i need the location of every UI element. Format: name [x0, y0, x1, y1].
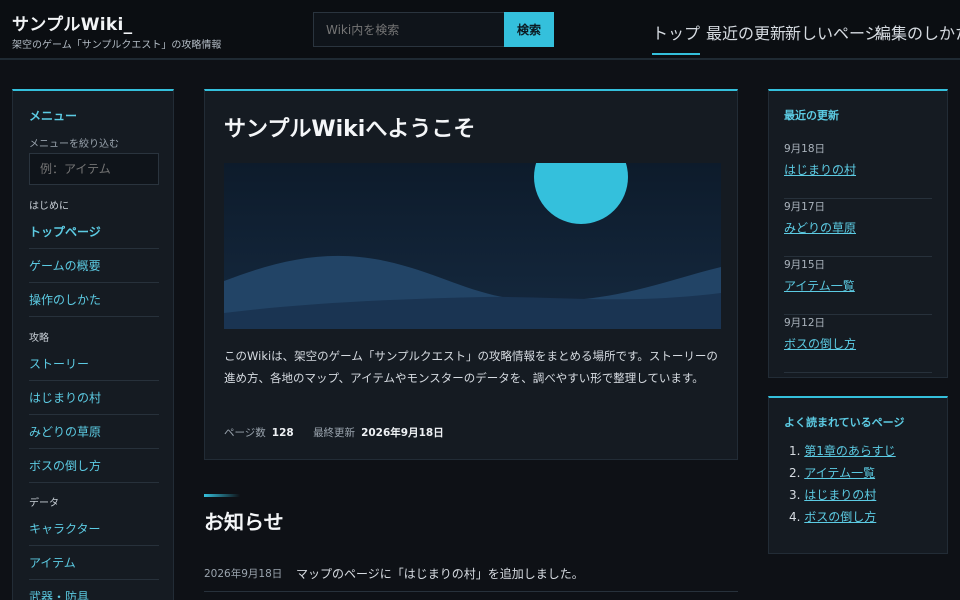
sidebar-item-characters[interactable]: キャラクター — [29, 512, 159, 546]
popular-item: 4. ボスの倒し方 — [789, 510, 877, 524]
news-text: マップのページに「はじまりの村」を追加しました。 — [296, 567, 584, 581]
news-date: 2026年9月18日 — [204, 568, 283, 580]
search-input[interactable] — [313, 12, 505, 47]
news-heading: お知らせ — [204, 510, 284, 534]
site-title[interactable]: サンプルWiki_ — [12, 10, 132, 35]
sidebar-item-starting-village[interactable]: はじまりの村 — [29, 381, 159, 415]
update-date: 9月15日 — [784, 259, 826, 271]
page-title: サンプルWikiへようこそ — [224, 117, 476, 142]
sidebar-item-weapons-armor[interactable]: 武器・防具 — [29, 580, 159, 600]
recent-update-item: 9月18日 はじまりの村 — [784, 141, 932, 199]
site-subtitle: 架空のゲーム「サンプルクエスト」の攻略情報 — [12, 40, 222, 51]
popular-link[interactable]: はじまりの村 — [804, 488, 876, 502]
page-stats: ページ数 128 最終更新 2026年9月18日 — [224, 425, 460, 440]
sidebar-item-green-meadow[interactable]: みどりの草原 — [29, 415, 159, 449]
pages-count: 128 — [271, 427, 294, 439]
popular-pages-title: よく読まれているページ — [784, 416, 905, 429]
recent-update-item: 9月15日 アイテム一覧 — [784, 257, 932, 315]
sidebar-title: メニュー — [29, 109, 78, 123]
update-link[interactable]: アイテム一覧 — [784, 277, 855, 294]
sidebar-item-top-page[interactable]: トップページ — [29, 215, 159, 249]
sidebar-item-controls[interactable]: 操作のしかた — [29, 283, 159, 317]
site-header: サンプルWiki_ 架空のゲーム「サンプルクエスト」の攻略情報 検索 トップ 最… — [0, 0, 960, 60]
popular-link[interactable]: アイテム一覧 — [804, 466, 875, 480]
popular-link[interactable]: ボスの倒し方 — [804, 510, 876, 524]
welcome-text: このWikiは、架空のゲーム「サンプルクエスト」の攻略情報をまとめる場所です。ス… — [224, 349, 718, 385]
nav-how-to-edit[interactable]: 編集のしかた — [875, 20, 960, 44]
filter-label: メニューを絞り込む — [29, 139, 119, 150]
update-date: 9月18日 — [784, 143, 826, 155]
nav-recent-changes[interactable]: 最近の更新 — [706, 20, 786, 44]
menu-filter-input[interactable] — [29, 153, 159, 185]
sidebar-menu: メニュー メニューを絞り込む はじめに トップページ ゲームの概要 操作のしかた… — [12, 89, 174, 600]
update-date: 9月17日 — [784, 201, 826, 213]
recent-update-item: 9月17日 みどりの草原 — [784, 199, 932, 257]
update-link[interactable]: みどりの草原 — [784, 219, 856, 236]
nav-new-page[interactable]: 新しいページ — [785, 20, 881, 44]
search-button[interactable]: 検索 — [504, 12, 554, 47]
sidebar-item-story[interactable]: ストーリー — [29, 347, 159, 381]
welcome-card: サンプルWikiへようこそ このWikiは、架空のゲーム「サンプルクエスト」の攻… — [204, 89, 738, 460]
sidebar-section-guide: 攻略 — [29, 333, 49, 344]
update-link[interactable]: ボスの倒し方 — [784, 335, 856, 352]
popular-item: 1. 第1章のあらすじ — [789, 444, 896, 458]
popular-item: 2. アイテム一覧 — [789, 466, 876, 480]
updated-date: 2026年9月18日 — [361, 427, 444, 439]
update-date: 9月12日 — [784, 317, 826, 329]
sidebar-section-data: データ — [29, 498, 59, 509]
news-accent-bar — [204, 494, 240, 497]
popular-pages-panel: よく読まれているページ 1. 第1章のあらすじ 2. アイテム一覧 3. はじま… — [768, 396, 948, 554]
hero-illustration — [224, 163, 721, 329]
sidebar-item-boss-guide[interactable]: ボスの倒し方 — [29, 449, 159, 483]
sidebar-section-intro: はじめに — [29, 201, 69, 212]
update-link[interactable]: はじまりの村 — [784, 161, 856, 178]
sidebar-item-game-overview[interactable]: ゲームの概要 — [29, 249, 159, 283]
recent-update-item: 9月12日 ボスの倒し方 — [784, 315, 932, 373]
updated-label: 最終更新 — [313, 427, 356, 439]
recent-updates-title: 最近の更新 — [784, 109, 839, 122]
recent-updates-panel: 最近の更新 9月18日 はじまりの村 9月17日 みどりの草原 9月15日 アイ… — [768, 89, 948, 378]
nav-top[interactable]: トップ — [652, 20, 701, 55]
popular-item: 3. はじまりの村 — [789, 488, 877, 502]
pages-label: ページ数 — [224, 427, 266, 439]
news-item: 2026年9月18日 マップのページに「はじまりの村」を追加しました。 — [204, 562, 738, 592]
sidebar-item-items[interactable]: アイテム — [29, 546, 159, 580]
popular-link[interactable]: 第1章のあらすじ — [804, 444, 895, 458]
